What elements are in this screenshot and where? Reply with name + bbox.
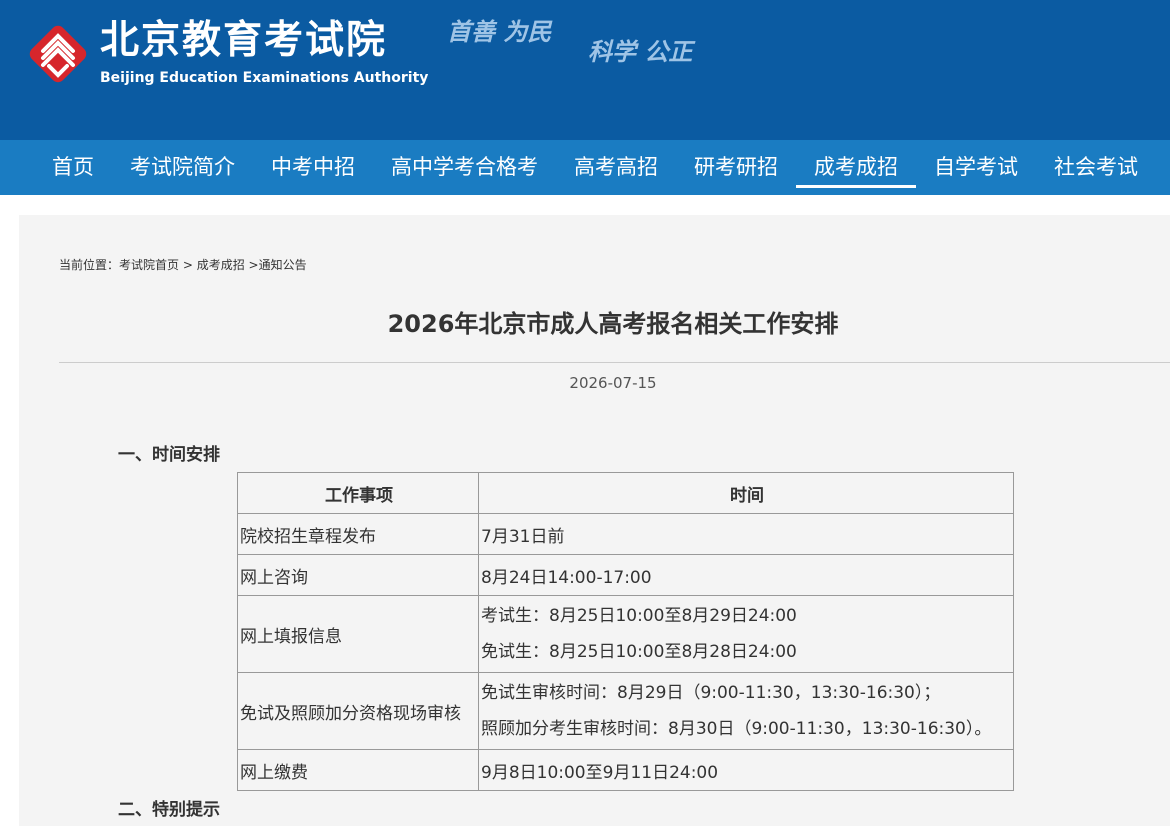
breadcrumb-separator: > — [244, 258, 259, 272]
table-cell-item: 院校招生章程发布 — [237, 513, 479, 555]
title-divider — [59, 362, 1170, 363]
table-row: 免试及照顾加分资格现场审核 免试生审核时间：8月29日（9:00-11:30，1… — [237, 672, 1014, 750]
nav-item-gaokao[interactable]: 高考高招 — [556, 140, 676, 195]
breadcrumb-link-notice[interactable]: 通知公告 — [259, 258, 307, 272]
motto-line-1: 首善 为民 — [447, 17, 552, 46]
table-row: 院校招生章程发布 7月31日前 — [237, 513, 1014, 555]
table-cell-item: 免试及照顾加分资格现场审核 — [237, 672, 479, 750]
nav-item-home[interactable]: 首页 — [34, 140, 112, 195]
table-cell-time: 7月31日前 — [478, 513, 1014, 555]
table-header-item: 工作事项 — [237, 472, 479, 514]
nav-item-zhongkao[interactable]: 中考中招 — [253, 140, 373, 195]
site-header: 北京教育考试院 Beijing Education Examinations A… — [0, 0, 1170, 140]
nav-item-xuekao[interactable]: 高中学考合格考 — [373, 140, 556, 195]
table-cell-time-line: 免试生：8月25日10:00至8月28日24:00 — [481, 642, 797, 662]
table-cell-item: 网上咨询 — [237, 554, 479, 596]
table-cell-time: 9月8日10:00至9月11日24:00 — [478, 749, 1014, 791]
motto-line-2: 科学 公正 — [588, 37, 693, 66]
nav-list: 首页 考试院简介 中考中招 高中学考合格考 高考高招 研考研招 成考成招 自学考… — [34, 140, 1156, 195]
schedule-table: 工作事项 时间 院校招生章程发布 7月31日前 网上咨询 8月24日14:00-… — [237, 472, 1014, 791]
breadcrumb-link-home[interactable]: 考试院首页 — [119, 258, 179, 272]
nav-item-chengkao[interactable]: 成考成招 — [796, 140, 916, 195]
article-date: 2026-07-15 — [569, 374, 657, 392]
table-cell-time: 免试生审核时间：8月29日（9:00-11:30，13:30-16:30）； 照… — [478, 672, 1014, 750]
table-header-row: 工作事项 时间 — [237, 472, 1014, 514]
breadcrumb-separator: > — [179, 258, 197, 272]
breadcrumb: 当前位置：考试院首页 > 成考成招 >通知公告 — [59, 256, 307, 274]
site-logo-chinese[interactable]: 北京教育考试院 — [100, 15, 387, 65]
table-row: 网上缴费 9月8日10:00至9月11日24:00 — [237, 749, 1014, 791]
nav-item-yankao[interactable]: 研考研招 — [676, 140, 796, 195]
site-logo-english[interactable]: Beijing Education Examinations Authority — [100, 68, 428, 88]
main-nav: 首页 考试院简介 中考中招 高中学考合格考 高考高招 研考研招 成考成招 自学考… — [0, 140, 1170, 195]
table-cell-time: 考试生：8月25日10:00至8月29日24:00 免试生：8月25日10:00… — [478, 595, 1014, 673]
breadcrumb-link-chengkao[interactable]: 成考成招 — [197, 258, 245, 272]
article-panel: 当前位置：考试院首页 > 成考成招 >通知公告 2026年北京市成人高考报名相关… — [19, 215, 1170, 826]
nav-item-shehui[interactable]: 社会考试 — [1036, 140, 1156, 195]
logo-icon[interactable] — [25, 21, 91, 87]
table-row: 网上填报信息 考试生：8月25日10:00至8月29日24:00 免试生：8月2… — [237, 595, 1014, 673]
table-cell-time-line: 照顾加分考生审核时间：8月30日（9:00-11:30，13:30-16:30）… — [481, 719, 992, 739]
table-cell-item: 网上缴费 — [237, 749, 479, 791]
section-heading-schedule: 一、时间安排 — [118, 445, 220, 465]
table-cell-time-line: 考试生：8月25日10:00至8月29日24:00 — [481, 606, 797, 626]
section-heading-notes: 二、特别提示 — [118, 800, 220, 820]
table-cell-time-line: 免试生审核时间：8月29日（9:00-11:30，13:30-16:30）； — [481, 683, 941, 703]
table-cell-item: 网上填报信息 — [237, 595, 479, 673]
table-header-time: 时间 — [478, 472, 1014, 514]
table-cell-time: 8月24日14:00-17:00 — [478, 554, 1014, 596]
table-row: 网上咨询 8月24日14:00-17:00 — [237, 554, 1014, 596]
nav-item-zixue[interactable]: 自学考试 — [916, 140, 1036, 195]
breadcrumb-prefix: 当前位置： — [59, 258, 120, 272]
nav-item-about[interactable]: 考试院简介 — [112, 140, 253, 195]
article-title: 2026年北京市成人高考报名相关工作安排 — [387, 310, 839, 338]
